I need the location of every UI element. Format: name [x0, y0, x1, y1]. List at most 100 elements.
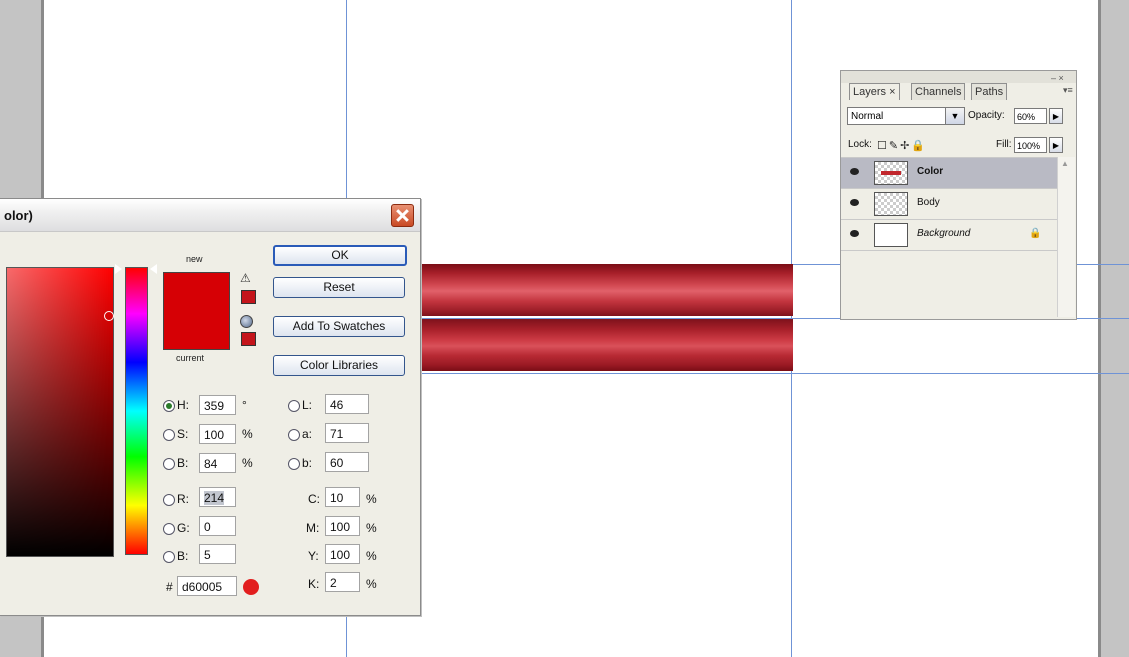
red-bar-shape — [410, 264, 793, 316]
reset-button[interactable]: Reset — [273, 277, 405, 298]
color-picker-dialog: olor) new current ⚠ OK Reset Add To Swat… — [0, 198, 421, 616]
layer-name: Color — [917, 166, 944, 177]
saturation-field[interactable]: 100 — [199, 424, 236, 444]
lock-icon: 🔒 — [1029, 228, 1042, 239]
color-preview-swatch[interactable] — [163, 272, 230, 350]
cyan-field[interactable]: 10 — [325, 487, 360, 507]
layers-panel: – × Layers × Channels Paths ▾≡ Normal ▼ … — [840, 70, 1077, 320]
hex-field[interactable]: d60005 — [177, 576, 237, 596]
dialog-titlebar[interactable]: olor) — [0, 199, 420, 232]
layer-name: Background — [917, 228, 971, 239]
hue-label: H: — [177, 398, 189, 412]
hue-slider[interactable] — [125, 267, 148, 555]
layer-name: Body — [917, 197, 940, 208]
web-safe-icon[interactable] — [240, 315, 253, 328]
brightness-field[interactable]: 84 — [199, 453, 236, 473]
hue-unit: ° — [242, 398, 247, 412]
radio-lightness[interactable] — [288, 400, 300, 412]
saturation-unit: % — [242, 427, 253, 441]
radio-brightness[interactable] — [163, 458, 175, 470]
magenta-label: M: — [306, 521, 320, 535]
opacity-slider-button[interactable]: ▶ — [1049, 108, 1063, 124]
ok-button[interactable]: OK — [273, 245, 407, 266]
red-value: 214 — [204, 491, 225, 505]
magenta-unit: % — [366, 521, 377, 535]
lock-options-icons[interactable]: ☐✎✢🔒 — [877, 139, 927, 152]
panel-menu-icon[interactable]: ▾≡ — [1063, 85, 1073, 96]
hue-slider-arrow-right[interactable] — [150, 264, 157, 274]
brightness-label: B: — [177, 456, 189, 470]
cyan-label: C: — [308, 492, 320, 506]
color-libraries-button[interactable]: Color Libraries — [273, 355, 405, 376]
panel-header[interactable] — [841, 71, 1076, 83]
green-field[interactable]: 0 — [199, 516, 236, 536]
hue-field[interactable]: 359 — [199, 395, 236, 415]
lightness-label: L: — [302, 398, 313, 412]
saturation-label: S: — [177, 427, 189, 441]
b-lab-field[interactable]: 60 — [325, 452, 369, 472]
hex-label: # — [166, 580, 173, 594]
yellow-unit: % — [366, 549, 377, 563]
tab-layers[interactable]: Layers × — [849, 83, 900, 100]
red-label: R: — [177, 492, 189, 506]
radio-blue[interactable] — [163, 551, 175, 563]
panel-window-controls[interactable]: – × — [1051, 73, 1064, 83]
black-field[interactable]: 2 — [325, 572, 360, 592]
canvas-right-edge — [1098, 0, 1101, 657]
a-field[interactable]: 71 — [325, 423, 369, 443]
close-icon[interactable] — [391, 204, 414, 227]
fill-label: Fill: — [996, 139, 1012, 150]
blue-field[interactable]: 5 — [199, 544, 236, 564]
hue-slider-arrow-left[interactable] — [114, 263, 122, 275]
tab-paths[interactable]: Paths — [971, 83, 1008, 100]
color-field[interactable] — [6, 267, 114, 557]
guide-horizontal[interactable] — [410, 373, 1129, 374]
dropdown-arrow-icon[interactable]: ▼ — [945, 108, 964, 124]
eye-icon[interactable] — [850, 168, 859, 175]
add-to-swatches-button[interactable]: Add To Swatches — [273, 316, 405, 337]
lock-label: Lock: — [848, 139, 872, 150]
web-safe-swatch[interactable] — [241, 332, 256, 346]
yellow-field[interactable]: 100 — [325, 544, 360, 564]
radio-b[interactable] — [288, 458, 300, 470]
green-label: G: — [177, 521, 190, 535]
blue-label: B: — [177, 549, 189, 563]
radio-saturation[interactable] — [163, 429, 175, 441]
layers-scrollbar[interactable] — [1057, 157, 1075, 317]
opacity-field[interactable]: 60% — [1014, 108, 1047, 124]
layer-thumbnail — [874, 223, 908, 247]
yellow-label: Y: — [308, 549, 319, 563]
dialog-title: olor) — [4, 208, 33, 223]
magenta-field[interactable]: 100 — [325, 516, 360, 536]
radio-green[interactable] — [163, 523, 175, 535]
radio-a[interactable] — [288, 429, 300, 441]
red-field[interactable]: 214 — [199, 487, 236, 507]
gamut-warning-swatch[interactable] — [241, 290, 256, 304]
brightness-unit: % — [242, 456, 253, 470]
a-label: a: — [302, 427, 313, 441]
lightness-field[interactable]: 46 — [325, 394, 369, 414]
fill-slider-button[interactable]: ▶ — [1049, 137, 1063, 153]
layer-row-background[interactable]: Background 🔒 — [841, 219, 1057, 251]
layer-thumbnail — [874, 161, 908, 185]
radio-red[interactable] — [163, 494, 175, 506]
opacity-label: Opacity: — [968, 110, 1005, 121]
black-label: K: — [308, 577, 320, 591]
tab-channels[interactable]: Channels — [911, 83, 966, 100]
b-label: b: — [302, 456, 313, 470]
scroll-up-icon[interactable]: ▲ — [1061, 159, 1069, 168]
new-color-label: new — [186, 254, 203, 264]
layer-row-color[interactable]: Color — [841, 157, 1057, 188]
eyedropper-sample-dot — [243, 579, 259, 595]
layer-thumbnail — [874, 192, 908, 216]
current-color-label: current — [176, 353, 205, 363]
red-bar-shape — [410, 319, 793, 371]
layer-row-body[interactable]: Body — [841, 188, 1057, 219]
fill-field[interactable]: 100% — [1014, 137, 1047, 153]
radio-hue[interactable] — [163, 400, 175, 412]
color-field-marker[interactable] — [104, 311, 114, 321]
gamut-warning-icon[interactable]: ⚠ — [240, 271, 251, 285]
eye-icon[interactable] — [850, 199, 859, 206]
eye-icon[interactable] — [850, 230, 859, 237]
cyan-unit: % — [366, 492, 377, 506]
